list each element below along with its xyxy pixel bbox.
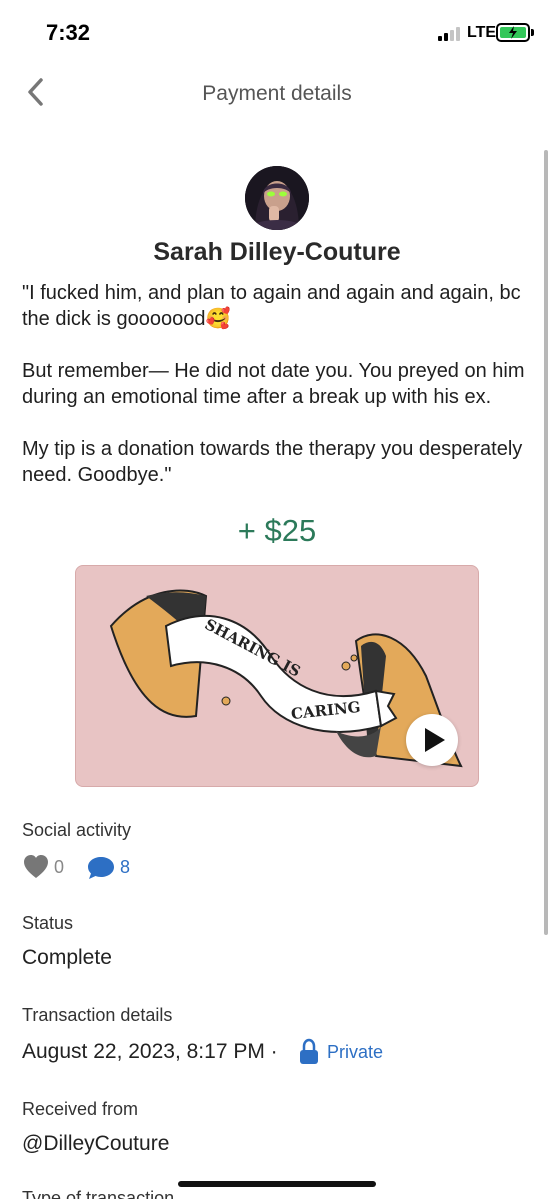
battery-cap bbox=[531, 29, 534, 36]
likes-count: 0 bbox=[54, 857, 65, 877]
lock-icon bbox=[300, 1038, 318, 1064]
battery-icon bbox=[496, 23, 530, 42]
avatar[interactable] bbox=[245, 166, 309, 230]
nav-bar: Payment details bbox=[0, 66, 554, 126]
page-title: Payment details bbox=[202, 82, 352, 105]
network-type: LTE bbox=[467, 24, 497, 41]
signal-icon bbox=[438, 27, 462, 41]
transaction-details-label: Transaction details bbox=[22, 1005, 173, 1025]
transaction-date: August 22, 2023, 8:17 PM · bbox=[22, 1040, 278, 1063]
home-indicator[interactable] bbox=[178, 1181, 376, 1187]
transaction-row: August 22, 2023, 8:17 PM · Private bbox=[22, 1038, 542, 1068]
received-from-value[interactable]: @DilleyCouture bbox=[22, 1132, 169, 1156]
transaction-type-label: Type of transaction bbox=[22, 1188, 175, 1199]
sender-name: Sarah Dilley-Couture bbox=[153, 238, 401, 266]
play-button[interactable] bbox=[406, 714, 458, 766]
social-activity-label: Social activity bbox=[22, 820, 132, 840]
comment-bubble-icon[interactable] bbox=[86, 854, 116, 882]
status-time: 7:32 bbox=[46, 20, 91, 45]
play-icon bbox=[425, 728, 445, 752]
received-from-label: Received from bbox=[22, 1099, 139, 1119]
payment-note: "I fucked him, and plan to again and aga… bbox=[22, 282, 525, 486]
status-label: Status bbox=[22, 913, 74, 933]
comments-count[interactable]: 8 bbox=[120, 857, 130, 878]
heart-icon[interactable] bbox=[22, 853, 50, 881]
status-bar: 7:32 LTE bbox=[0, 0, 554, 66]
payment-amount: + $25 bbox=[237, 513, 317, 548]
privacy-setting[interactable]: Private bbox=[327, 1042, 383, 1063]
status-value: Complete bbox=[22, 946, 112, 969]
theme-card[interactable]: SHARING IS CARING bbox=[75, 565, 479, 787]
